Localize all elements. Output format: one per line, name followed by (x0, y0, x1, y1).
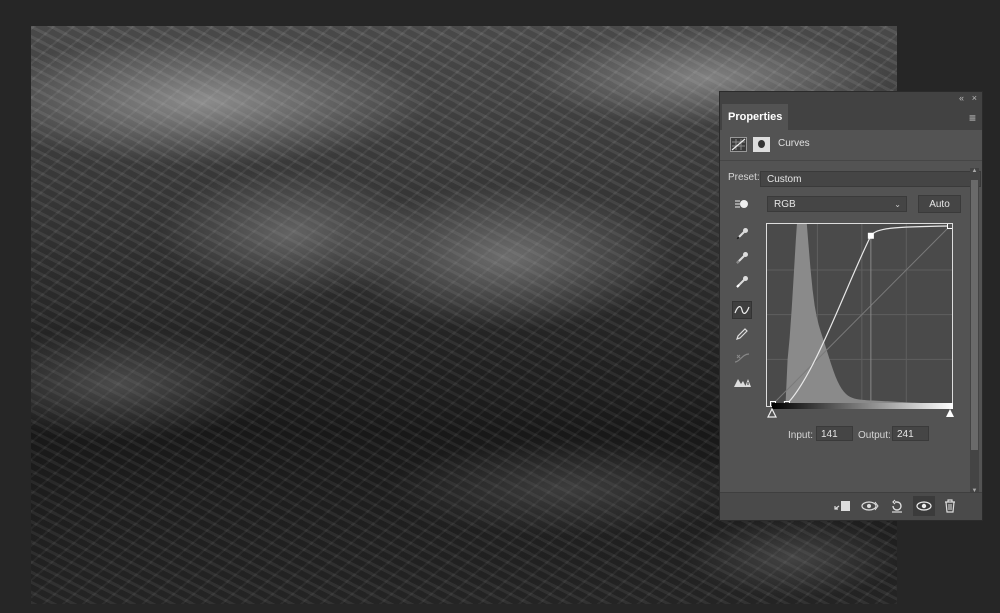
mask-icon[interactable] (753, 137, 770, 152)
channel-value: RGB (774, 199, 796, 210)
toggle-visibility-button[interactable] (913, 496, 935, 516)
chevron-down-icon: ⌄ (894, 200, 901, 209)
edit-points-curve-icon[interactable] (732, 301, 752, 319)
output-label: Output: (858, 430, 891, 441)
scroll-up-icon[interactable]: ▲ (970, 168, 979, 174)
adjustment-header: Curves (720, 130, 982, 161)
adjustment-title: Curves (778, 138, 810, 149)
panel-menu-icon[interactable]: ≡ (969, 111, 976, 125)
panel-tabbar: Properties ≡ (720, 104, 982, 130)
preset-label: Preset: (728, 172, 760, 183)
auto-button[interactable]: Auto (918, 195, 961, 213)
clip-to-layer-icon (834, 501, 850, 511)
white-input-slider[interactable] (946, 409, 954, 417)
curve-control-point[interactable] (867, 232, 874, 239)
eye-icon (916, 501, 932, 511)
clipping-warning-icon[interactable] (732, 373, 752, 391)
eye-previous-icon (861, 501, 879, 511)
curve-control-point[interactable] (947, 223, 953, 229)
output-value-field[interactable]: 241 (892, 426, 929, 441)
trash-icon (945, 499, 955, 513)
preset-dropdown[interactable]: Custom ⌄ (760, 171, 981, 187)
delete-adjustment-button[interactable] (939, 496, 961, 516)
black-input-slider[interactable] (767, 408, 777, 418)
input-sliders[interactable] (766, 408, 956, 420)
panel-title-strip: « × (720, 92, 982, 104)
smooth-curve-icon[interactable] (732, 349, 752, 367)
clip-to-layer-button[interactable] (831, 496, 853, 516)
preset-value: Custom (767, 174, 802, 185)
white-point-eyedropper-icon[interactable] (732, 273, 752, 291)
close-icon[interactable]: × (972, 92, 977, 104)
scroll-thumb[interactable] (971, 180, 978, 450)
view-previous-state-button[interactable] (859, 496, 881, 516)
reset-icon (892, 499, 902, 513)
reset-button[interactable] (886, 496, 908, 516)
channel-dropdown[interactable]: RGB ⌄ (767, 196, 907, 212)
input-value-field[interactable]: 141 (816, 426, 853, 441)
curves-graph-svg[interactable] (767, 186, 953, 407)
input-label: Input: (788, 430, 814, 441)
tab-properties[interactable]: Properties (722, 104, 789, 130)
curves-graph[interactable] (766, 186, 953, 407)
properties-panel: « × Properties ≡ Curves Preset: Custom ⌄… (719, 91, 983, 521)
pencil-draw-icon[interactable] (732, 325, 752, 343)
on-image-adjust-icon[interactable] (732, 195, 752, 213)
black-point-eyedropper-icon[interactable] (732, 225, 752, 243)
panel-scrollbar[interactable]: ▲ ▼ (970, 168, 979, 494)
collapse-icon[interactable]: « (959, 92, 964, 104)
gray-point-eyedropper-icon[interactable] (732, 249, 752, 267)
panel-footer (720, 492, 982, 520)
curves-adjustment-icon[interactable] (730, 137, 747, 152)
